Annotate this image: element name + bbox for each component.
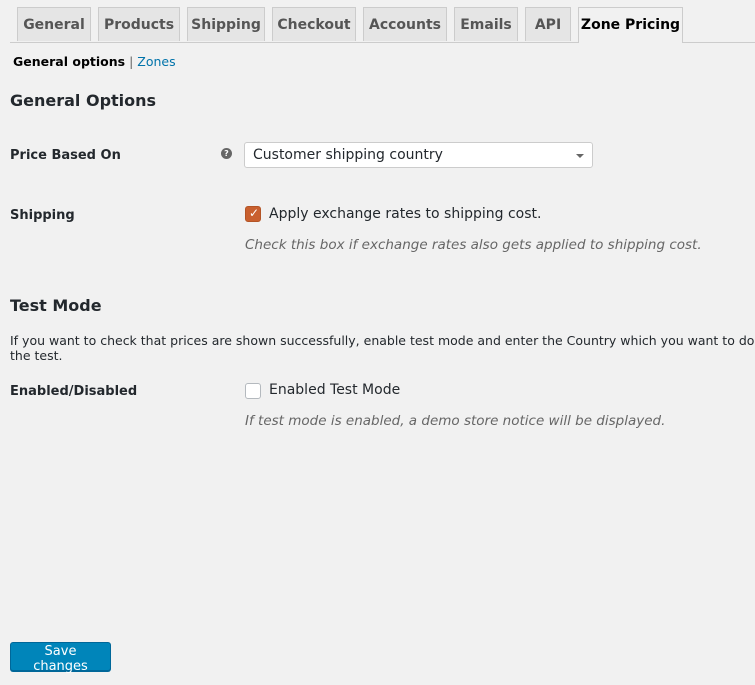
test-mode-heading: Test Mode (10, 296, 102, 315)
subnav-separator: | (129, 54, 134, 69)
shipping-label: Shipping (10, 208, 75, 223)
general-options-heading: General Options (10, 91, 157, 110)
price-based-on-select[interactable]: Customer shipping country (244, 142, 593, 168)
tab-products[interactable]: Products (98, 7, 180, 41)
tab-checkout[interactable]: Checkout (272, 7, 356, 41)
shipping-exchange-checkbox[interactable] (245, 206, 261, 222)
enabled-disabled-label: Enabled/Disabled (10, 384, 138, 399)
subnav-zones-link[interactable]: Zones (137, 54, 175, 69)
save-changes-button[interactable]: Save changes (10, 642, 111, 674)
tab-accounts[interactable]: Accounts (363, 7, 447, 41)
tab-bar: General Products Shipping Checkout Accou… (10, 7, 755, 43)
subnav-current: General options (13, 54, 126, 69)
subnav: General options | Zones (13, 54, 176, 69)
tab-api[interactable]: API (525, 7, 571, 41)
test-mode-checkbox[interactable] (245, 383, 261, 399)
tab-shipping[interactable]: Shipping (187, 7, 265, 41)
price-based-on-label: Price Based On (10, 148, 121, 163)
test-mode-checkbox-label[interactable]: Enabled Test Mode (269, 382, 400, 398)
tab-general[interactable]: General (17, 7, 91, 41)
tab-emails[interactable]: Emails (454, 7, 518, 41)
shipping-description: Check this box if exchange rates also ge… (245, 237, 702, 253)
chevron-down-icon (576, 154, 584, 158)
shipping-checkbox-label[interactable]: Apply exchange rates to shipping cost. (269, 206, 541, 222)
question-icon[interactable]: ? (221, 148, 232, 159)
test-mode-intro: If you want to check that prices are sho… (10, 333, 755, 363)
tab-zone-pricing[interactable]: Zone Pricing (578, 7, 683, 43)
test-mode-description: If test mode is enabled, a demo store no… (245, 413, 666, 429)
select-value: Customer shipping country (253, 147, 443, 163)
